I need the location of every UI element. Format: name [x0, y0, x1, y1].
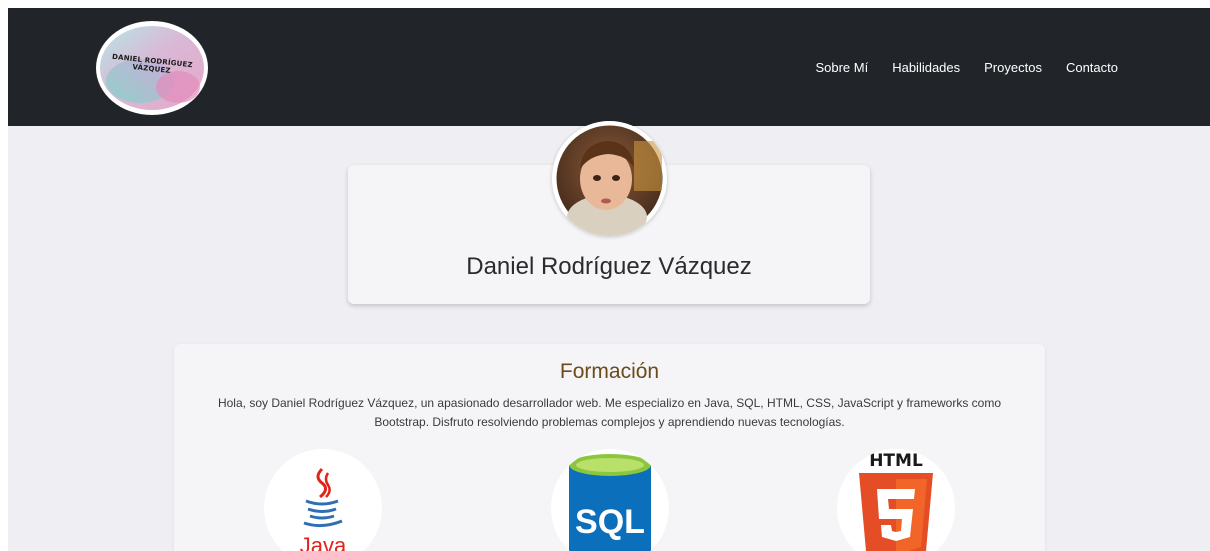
formacion-title: Formación	[559, 360, 660, 383]
nav-link-sobre-mi[interactable]: Sobre Mí	[815, 60, 868, 75]
nav-menu: Sobre Mí Habilidades Proyectos Contacto	[791, 60, 1118, 75]
logo[interactable]: DANIEL RODRÍGUEZ VÁZQUEZ	[96, 21, 208, 115]
profile-name: Daniel Rodríguez Vázquez	[466, 253, 752, 280]
nav-link-proyectos[interactable]: Proyectos	[984, 60, 1042, 75]
avatar	[552, 121, 667, 236]
nav-link-habilidades[interactable]: Habilidades	[892, 60, 960, 75]
navbar: DANIEL RODRÍGUEZ VÁZQUEZ Sobre Mí Habili…	[8, 8, 1210, 126]
formacion-text: Hola, soy Daniel Rodríguez Vázquez, un a…	[217, 396, 1002, 429]
nav-link-contacto[interactable]: Contacto	[1066, 60, 1118, 75]
profile-photo-icon	[552, 121, 667, 236]
page: DANIEL RODRÍGUEZ VÁZQUEZ Sobre Mí Habili…	[8, 8, 1210, 551]
html5-logo-label: HTML	[869, 451, 923, 471]
sql-logo-label: SQL	[575, 503, 645, 541]
java-logo-label: Java	[300, 533, 347, 551]
